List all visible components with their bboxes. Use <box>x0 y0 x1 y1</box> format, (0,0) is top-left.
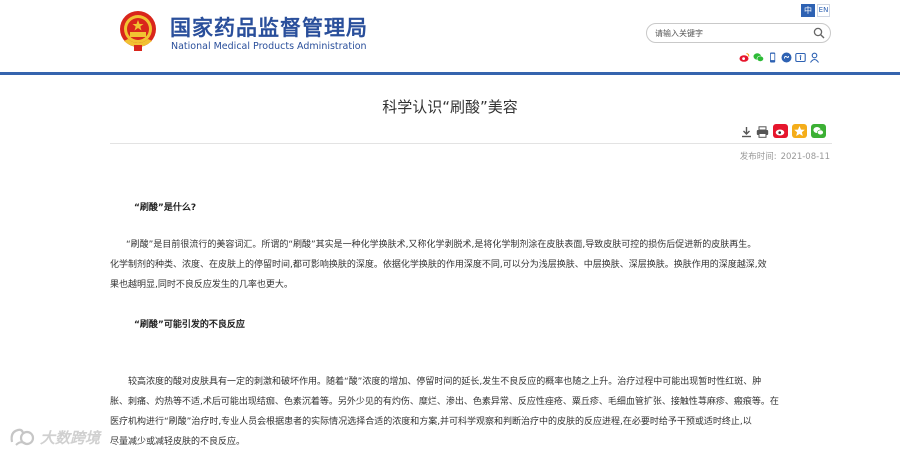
user-icon[interactable] <box>809 48 820 63</box>
mini-program-icon[interactable] <box>781 48 792 63</box>
publish-date-value: 2021-08-11 <box>780 152 830 162</box>
search-icon[interactable] <box>813 27 825 39</box>
mobile-app-icon[interactable] <box>767 48 778 63</box>
site-name-cn[interactable]: 国家药品监督管理局 <box>170 12 368 42</box>
article-paragraph: 较高浓度的酸对皮肤具有一定的刺激和破坏作用。随着“酸”浓度的增加、停留时间的延长… <box>110 372 832 452</box>
download-icon[interactable] <box>741 123 752 142</box>
search-box <box>646 23 831 43</box>
share-wechat-icon[interactable] <box>811 123 826 142</box>
paragraph-line: 胀、刺痛、灼热等不适,术后可能出现结痂、色素沉着等。另外少见的有灼伤、糜烂、渗出… <box>110 397 779 407</box>
article-paragraph: “刷酸”是目前很流行的美容词汇。所谓的“刷酸”其实是一种化学换肤术,又称化学剥脱… <box>110 235 832 295</box>
print-icon[interactable] <box>756 123 769 142</box>
publish-date: 发布时间: 2021-08-11 <box>740 150 830 162</box>
social-links <box>739 48 820 63</box>
paragraph-line: 较高浓度的酸对皮肤具有一定的刺激和破坏作用。随着“酸”浓度的增加、停留时间的延长… <box>128 377 762 387</box>
watermark: 大数跨境 <box>8 426 100 448</box>
search-input[interactable] <box>655 26 803 40</box>
title-divider <box>110 143 832 144</box>
watermark-logo-icon <box>10 428 35 446</box>
article-title: 科学认识“刷酸”美容 <box>382 98 518 116</box>
header-divider <box>0 72 900 75</box>
paragraph-line: “刷酸”是目前很流行的美容词汇。所谓的“刷酸”其实是一种化学换肤术,又称化学剥脱… <box>126 240 757 250</box>
paragraph-line: 尽量减少或减轻皮肤的不良反应。 <box>110 437 246 447</box>
publish-date-label: 发布时间: <box>739 152 777 162</box>
paragraph-line: 化学制剂的种类、浓度、在皮肤上的停留时间,都可影响换肤的深度。依据化学换肤的作用… <box>110 260 767 270</box>
site-name-en[interactable]: National Medical Products Administration <box>171 41 367 52</box>
watermark-text: 大数跨境 <box>40 428 101 447</box>
accessibility-icon[interactable] <box>795 48 806 63</box>
section-heading: “刷酸”是什么? <box>134 203 197 213</box>
paragraph-line: 果也越明显,同时不良反应发生的几率也更大。 <box>110 280 293 290</box>
lang-chinese-button[interactable]: 中 <box>801 4 815 17</box>
site-header: 国家药品监督管理局 National Medical Products Admi… <box>0 0 900 72</box>
share-weibo-icon[interactable] <box>773 123 788 142</box>
paragraph-line: 医疗机构进行“刷酸”治疗时,专业人员会根据患者的实际情况选择合适的浓度和方案,并… <box>110 417 752 427</box>
weibo-icon[interactable] <box>739 48 750 62</box>
lang-english-button[interactable]: EN <box>817 4 830 17</box>
section-heading: “刷酸”可能引发的不良反应 <box>134 320 245 330</box>
national-emblem-logo[interactable] <box>118 9 158 53</box>
share-qzone-icon[interactable] <box>792 123 807 142</box>
article-tools <box>741 123 826 142</box>
wechat-icon[interactable] <box>753 48 764 62</box>
